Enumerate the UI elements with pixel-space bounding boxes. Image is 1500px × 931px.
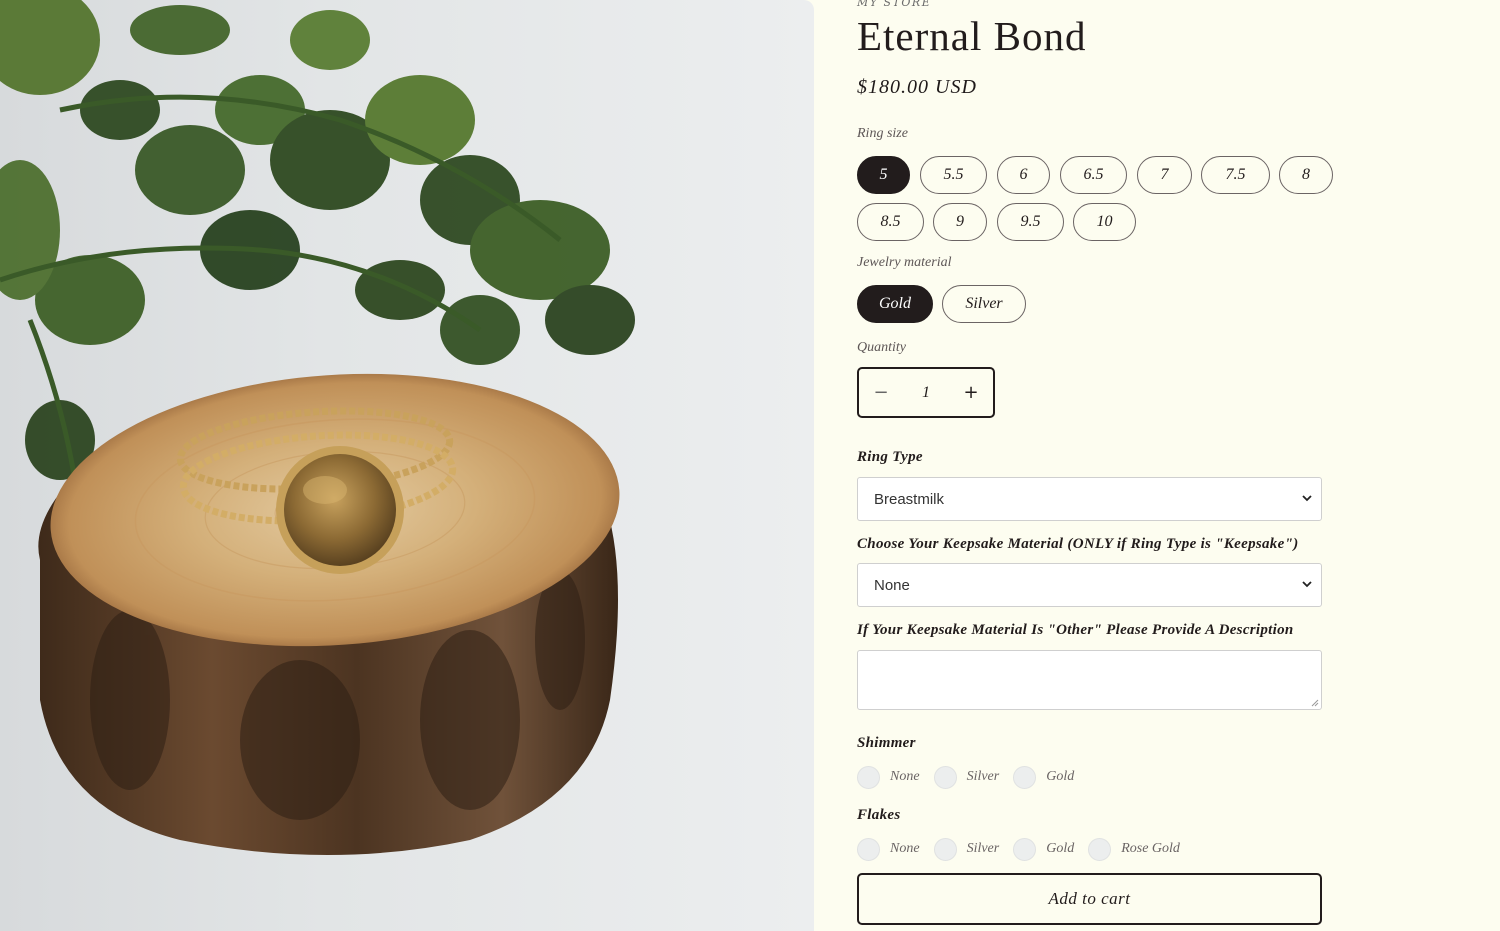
quantity-input[interactable]: 1 [903,384,949,402]
material-option-silver[interactable]: Silver [942,285,1026,323]
ring-size-label: Ring size [857,126,908,141]
ring-type-select[interactable]: Breastmilk [857,477,1322,521]
product-price: $180.00 USD [857,76,977,98]
radio-icon[interactable] [857,765,880,789]
radio-icon[interactable] [1013,837,1037,861]
shimmer-options: None Silver Gold [857,765,1088,789]
keepsake-select[interactable]: None [857,563,1322,607]
ring-type-value: Breastmilk [874,490,945,508]
ring-size-option[interactable]: 6 [997,156,1050,194]
ring-size-option[interactable]: 9.5 [997,203,1064,241]
shimmer-option-silver[interactable]: Silver [933,765,999,789]
quantity-increase-button[interactable]: + [949,382,993,403]
ring-size-option[interactable]: 8.5 [857,203,924,241]
quantity-label: Quantity [857,340,906,355]
chevron-down-icon [1302,581,1312,588]
material-option-gold[interactable]: Gold [857,285,933,323]
ring-size-option[interactable]: 8 [1279,156,1333,194]
shimmer-option-none[interactable]: None [857,765,920,789]
add-to-cart-button[interactable]: Add to cart [857,873,1322,925]
keepsake-value: None [874,576,910,594]
ring-type-label: Ring Type [857,449,923,465]
radio-icon[interactable] [933,837,957,861]
resize-grip-icon[interactable] [1311,699,1319,707]
ring-size-option[interactable]: 5.5 [920,156,987,194]
product-info: MY STORE Eternal Bond $180.00 USD Ring s… [857,0,1477,931]
ring-size-option[interactable]: 10 [1073,203,1136,241]
ring-size-option[interactable]: 7.5 [1201,156,1270,194]
flakes-option-rose-gold[interactable]: Rose Gold [1088,837,1180,861]
radio-icon[interactable] [933,765,957,789]
ring-size-option[interactable]: 6.5 [1060,156,1127,194]
ring-size-option[interactable]: 5 [857,156,910,194]
flakes-option-none[interactable]: None [857,837,920,861]
flakes-option-silver[interactable]: Silver [933,837,999,861]
flakes-label: Flakes [857,807,901,823]
product-title: Eternal Bond [857,13,1087,59]
radio-icon[interactable] [1013,765,1037,789]
flakes-options: None Silver Gold Rose Gold [857,837,1194,861]
product-image[interactable] [0,0,814,931]
quantity-decrease-button[interactable]: − [859,382,903,403]
shimmer-label: Shimmer [857,735,916,751]
description-textarea[interactable] [857,650,1322,710]
flakes-option-gold[interactable]: Gold [1013,837,1074,861]
radio-icon[interactable] [857,837,880,861]
material-label: Jewelry material [857,255,952,270]
vendor-name: MY STORE [857,0,932,9]
ring-size-option[interactable]: 7 [1137,156,1192,194]
description-label: If Your Keepsake Material Is "Other" Ple… [857,622,1294,638]
radio-icon[interactable] [1088,837,1112,861]
chevron-down-icon [1302,495,1312,502]
keepsake-label: Choose Your Keepsake Material (ONLY if R… [857,536,1299,552]
shimmer-option-gold[interactable]: Gold [1013,765,1074,789]
quantity-stepper: − 1 + [857,367,995,418]
ring-size-option[interactable]: 9 [933,203,987,241]
